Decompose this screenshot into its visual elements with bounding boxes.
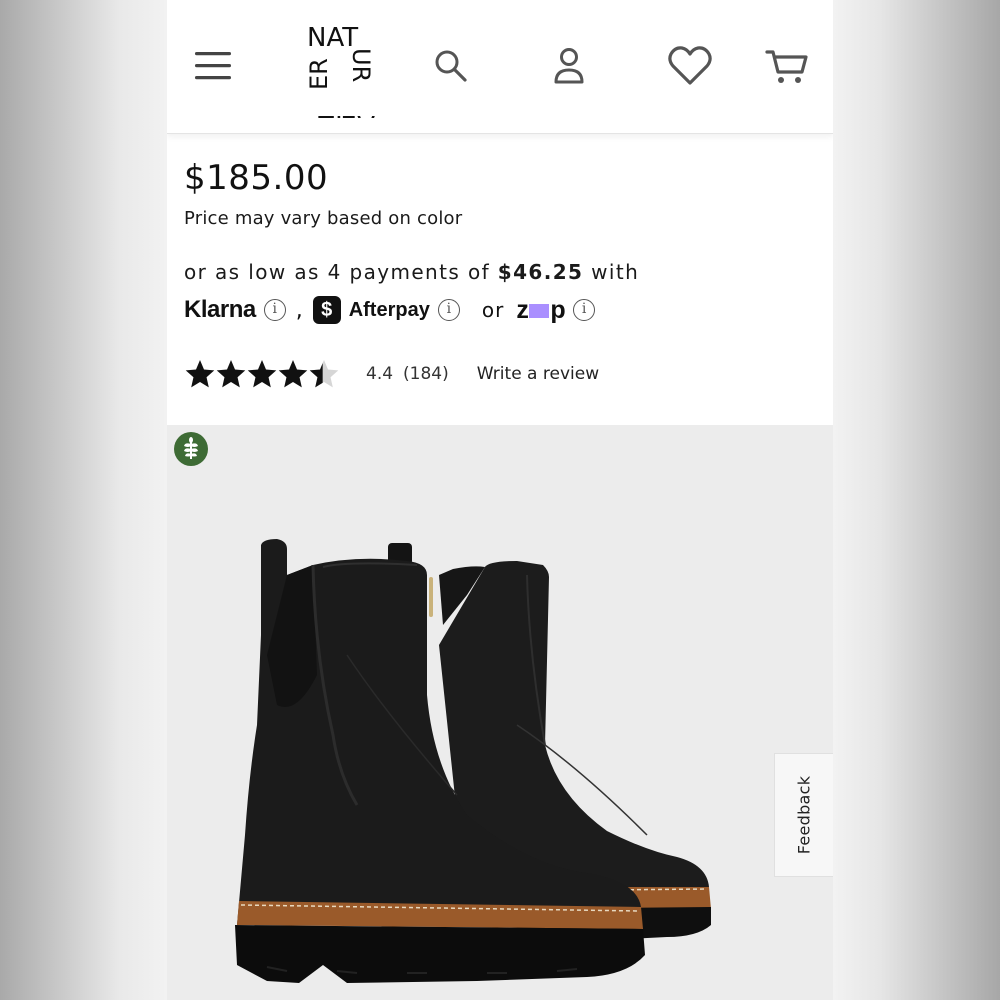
svg-text:ALIZ: ALIZ — [317, 109, 375, 118]
zip-letter-z: z — [516, 295, 529, 324]
payment-options: Klarna i , $ Afterpay i or zp i — [184, 294, 824, 326]
brand-logo[interactable]: NAT UR ALIZ ER — [305, 22, 375, 139]
front-boot — [235, 539, 645, 983]
star-icon — [185, 360, 215, 388]
menu-icon — [195, 52, 231, 80]
svg-text:ER: ER — [305, 58, 333, 90]
afterpay-badge-icon: $ — [312, 296, 341, 324]
zip-accent-mark — [529, 304, 550, 318]
star-icon — [278, 360, 308, 388]
zip-info-icon[interactable]: i — [573, 299, 596, 321]
klarna-logo: Klarna — [184, 296, 256, 323]
rating-value: 4.4 — [366, 364, 394, 384]
account-icon — [554, 48, 584, 84]
afterpay-logo: Afterpay — [348, 298, 430, 321]
feedback-tab[interactable]: Feedback — [774, 753, 833, 877]
installment-prefix: or as low as 4 payments of — [184, 260, 491, 284]
menu-button[interactable] — [193, 46, 233, 86]
review-count[interactable]: (184) — [403, 364, 449, 384]
zip-letter-p: p — [550, 295, 566, 324]
feedback-label: Feedback — [794, 775, 814, 855]
installment-suffix: with — [591, 260, 640, 284]
search-button[interactable] — [431, 46, 471, 86]
product-image-gallery[interactable]: Feedback — [167, 425, 833, 1000]
partial-star-icon — [309, 360, 339, 388]
naturalizer-logo: NAT UR ALIZ ER — [305, 23, 375, 139]
product-price: $185.00 — [184, 158, 329, 198]
installment-amount: $46.25 — [497, 260, 584, 284]
payment-comma: , — [295, 297, 303, 323]
klarna-info-icon[interactable]: i — [263, 299, 286, 321]
product-page: NAT UR ALIZ ER — [167, 0, 833, 1000]
cart-icon — [765, 50, 808, 83]
price-note: Price may vary based on color — [184, 208, 463, 229]
search-icon — [435, 50, 467, 82]
account-button[interactable] — [549, 44, 589, 88]
installment-text: or as low as 4 payments of $46.25 with — [184, 260, 639, 284]
cart-button[interactable] — [764, 44, 810, 88]
heart-icon — [668, 46, 712, 85]
payment-or: or — [481, 298, 505, 322]
star-icon — [216, 360, 246, 388]
sustainable-badge — [174, 432, 208, 466]
wishlist-button[interactable] — [667, 44, 713, 88]
write-review-link[interactable]: Write a review — [477, 364, 599, 384]
product-rating: 4.4 (184) Write a review — [184, 356, 824, 392]
zip-logo: zp — [516, 296, 565, 325]
svg-text:UR: UR — [347, 48, 375, 82]
star-icon — [247, 360, 277, 388]
star-rating[interactable] — [184, 358, 339, 390]
afterpay-info-icon[interactable]: i — [437, 299, 460, 321]
leaf-icon — [184, 437, 198, 459]
site-header: NAT UR ALIZ ER — [167, 0, 833, 139]
boots-product-image — [235, 539, 711, 983]
